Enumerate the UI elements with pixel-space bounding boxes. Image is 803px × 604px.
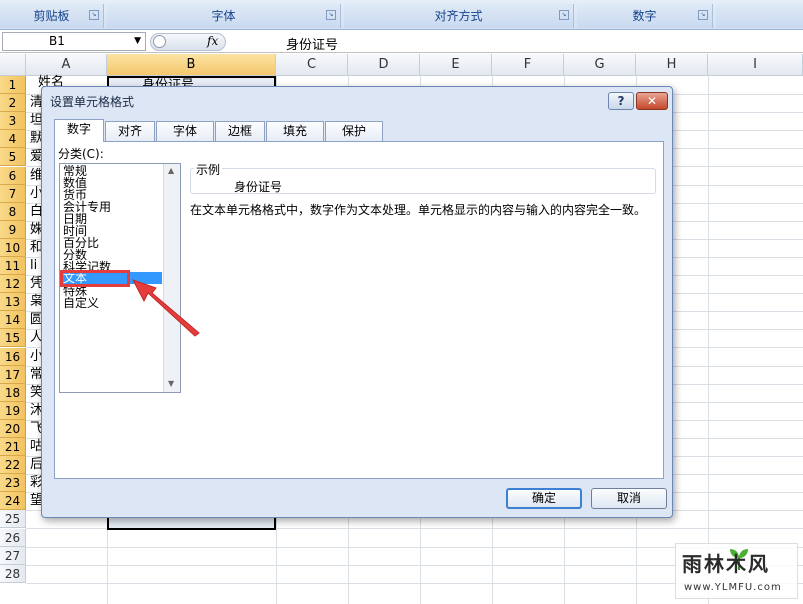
tab-number[interactable]: 数字: [54, 119, 104, 142]
annotation-arrow-icon: [131, 279, 200, 337]
watermark-title: 雨林木风: [682, 552, 770, 576]
site-watermark: 雨林木风 www.YLMFU.com: [675, 543, 798, 599]
watermark-url: www.YLMFU.com: [684, 582, 782, 593]
